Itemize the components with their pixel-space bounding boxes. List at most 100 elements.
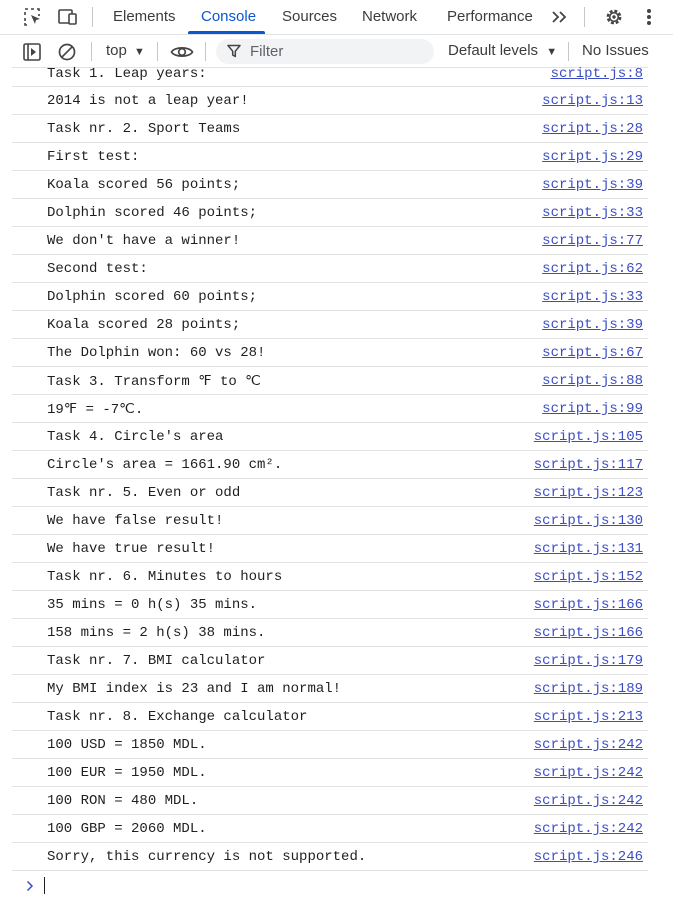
- tab-console[interactable]: Console: [201, 0, 256, 34]
- toolbar-divider: [205, 42, 206, 61]
- filter-input[interactable]: [250, 41, 420, 62]
- source-location-link[interactable]: script.js:242: [534, 821, 643, 837]
- console-message-text: My BMI index is 23 and I am normal!: [47, 681, 342, 697]
- source-location-link[interactable]: script.js:39: [542, 177, 643, 193]
- console-message-row: Task nr. 5. Even or odd script.js:123: [12, 479, 648, 507]
- console-message-row: The Dolphin won: 60 vs 28! script.js:67: [12, 339, 648, 367]
- source-location-link[interactable]: script.js:105: [534, 429, 643, 445]
- inspect-element-icon[interactable]: [18, 0, 48, 34]
- issues-counter[interactable]: No Issues: [582, 42, 649, 59]
- tab-sources[interactable]: Sources: [282, 0, 337, 34]
- console-message-row: Dolphin scored 60 points; script.js:33: [12, 283, 648, 311]
- source-location-link[interactable]: script.js:39: [542, 317, 643, 333]
- tab-performance[interactable]: Performance: [447, 0, 533, 34]
- context-selector[interactable]: top ▼: [106, 42, 145, 59]
- console-message-row: Task 3. Transform ℉ to ℃ script.js:88: [12, 367, 648, 395]
- console-message-row: First test: script.js:29: [12, 143, 648, 171]
- tab-elements[interactable]: Elements: [113, 0, 176, 34]
- clear-console-icon[interactable]: [52, 35, 82, 68]
- toolbar-divider: [568, 42, 569, 61]
- filter-box[interactable]: [216, 39, 434, 64]
- tab-bar-divider: [584, 7, 585, 27]
- source-location-link[interactable]: script.js:117: [534, 457, 643, 473]
- console-message-row: Task nr. 8. Exchange calculator script.js…: [12, 703, 648, 731]
- tab-network[interactable]: Network: [362, 0, 417, 34]
- source-location-link[interactable]: script.js:13: [542, 93, 643, 109]
- console-message-text: 100 USD = 1850 MDL.: [47, 737, 207, 753]
- tab-bar-divider: [92, 7, 93, 27]
- source-location-link[interactable]: script.js:33: [542, 289, 643, 305]
- toolbar-divider: [157, 42, 158, 61]
- console-message-row: Task nr. 2. Sport Teams script.js:28: [12, 115, 648, 143]
- console-message-row: Circle's area = 1661.90 cm². script.js:11…: [12, 451, 648, 479]
- console-message-text: Task 3. Transform ℉ to ℃: [47, 374, 261, 390]
- source-location-link[interactable]: script.js:189: [534, 681, 643, 697]
- console-message-text: We have true result!: [47, 541, 216, 557]
- console-message-row: 2014 is not a leap year! script.js:13: [12, 87, 648, 115]
- more-options-kebab-icon[interactable]: [634, 0, 664, 34]
- source-location-link[interactable]: script.js:213: [534, 709, 643, 725]
- source-location-link[interactable]: script.js:8: [551, 66, 643, 82]
- source-location-link[interactable]: script.js:29: [542, 149, 643, 165]
- console-message-row: Second test: script.js:62: [12, 255, 648, 283]
- source-location-link[interactable]: script.js:67: [542, 345, 643, 361]
- log-levels-value: Default levels: [448, 42, 539, 59]
- console-message-row: Task 4. Circle's area script.js:105: [12, 423, 648, 451]
- device-toolbar-icon[interactable]: [53, 0, 83, 34]
- console-message-text: Dolphin scored 60 points;: [47, 289, 258, 305]
- console-message-row: We don't have a winner! script.js:77: [12, 227, 648, 255]
- source-location-link[interactable]: script.js:33: [542, 205, 643, 221]
- source-location-link[interactable]: script.js:152: [534, 569, 643, 585]
- source-location-link[interactable]: script.js:77: [542, 233, 643, 249]
- console-message-text: We have false result!: [47, 513, 224, 529]
- console-message-row: Koala scored 28 points; script.js:39: [12, 311, 648, 339]
- console-message-row: 100 RON = 480 MDL. script.js:242: [12, 787, 648, 815]
- source-location-link[interactable]: script.js:62: [542, 261, 643, 277]
- source-location-link[interactable]: script.js:179: [534, 653, 643, 669]
- console-message-text: Task nr. 8. Exchange calculator: [47, 709, 308, 725]
- console-input-caret[interactable]: [44, 877, 45, 894]
- console-message-row: We have true result! script.js:131: [12, 535, 648, 563]
- source-location-link[interactable]: script.js:131: [534, 541, 643, 557]
- chevron-down-icon: ▼: [134, 46, 145, 58]
- source-location-link[interactable]: script.js:166: [534, 597, 643, 613]
- more-tabs-icon[interactable]: [544, 0, 574, 34]
- live-expression-eye-icon[interactable]: [167, 35, 197, 68]
- console-message-text: Task 4. Circle's area: [47, 429, 224, 445]
- console-message-text: 100 GBP = 2060 MDL.: [47, 821, 207, 837]
- devtools-tab-bar: Elements Console Sources Network Perform…: [0, 0, 673, 34]
- source-location-link[interactable]: script.js:28: [542, 121, 643, 137]
- console-message-text: Task nr. 7. BMI calculator: [47, 653, 266, 669]
- chevron-down-icon: ▼: [546, 46, 558, 58]
- console-message-text: Task 1. Leap years:: [47, 66, 207, 82]
- source-location-link[interactable]: script.js:88: [542, 373, 643, 389]
- log-levels-dropdown[interactable]: Default levels ▼: [448, 42, 557, 59]
- console-message-row: Task 1. Leap years: script.js:8: [12, 66, 648, 87]
- console-message-row: Task nr. 6. Minutes to hours script.js:15…: [12, 563, 648, 591]
- source-location-link[interactable]: script.js:99: [542, 401, 643, 417]
- source-location-link[interactable]: script.js:166: [534, 625, 643, 641]
- show-sidebar-icon[interactable]: [17, 35, 47, 68]
- source-location-link[interactable]: script.js:130: [534, 513, 643, 529]
- console-message-row: Sorry, this currency is not supported. sc…: [12, 843, 648, 871]
- source-location-link[interactable]: script.js:242: [534, 793, 643, 809]
- console-message-text: Koala scored 56 points;: [47, 177, 241, 193]
- console-message-text: The Dolphin won: 60 vs 28!: [47, 345, 266, 361]
- console-message-row: Task nr. 7. BMI calculator script.js:179: [12, 647, 648, 675]
- console-message-text: Circle's area = 1661.90 cm².: [47, 457, 283, 473]
- source-location-link[interactable]: script.js:242: [534, 737, 643, 753]
- settings-gear-icon[interactable]: [599, 0, 629, 34]
- console-message-list: Task 1. Leap years: script.js:8 2014 is no…: [12, 66, 648, 871]
- console-message-row: 158 mins = 2 h(s) 38 mins. script.js:166: [12, 619, 648, 647]
- console-message-row: 100 USD = 1850 MDL. script.js:242: [12, 731, 648, 759]
- toolbar-divider: [91, 42, 92, 61]
- console-message-row: 35 mins = 0 h(s) 35 mins. script.js:166: [12, 591, 648, 619]
- console-message-text: Koala scored 28 points;: [47, 317, 241, 333]
- source-location-link[interactable]: script.js:123: [534, 485, 643, 501]
- console-message-text: Second test:: [47, 261, 148, 277]
- console-message-row: 19℉ = -7℃. script.js:99: [12, 395, 648, 423]
- console-message-text: We don't have a winner!: [47, 233, 241, 249]
- console-message-row: 100 GBP = 2060 MDL. script.js:242: [12, 815, 648, 843]
- source-location-link[interactable]: script.js:246: [534, 849, 643, 865]
- source-location-link[interactable]: script.js:242: [534, 765, 643, 781]
